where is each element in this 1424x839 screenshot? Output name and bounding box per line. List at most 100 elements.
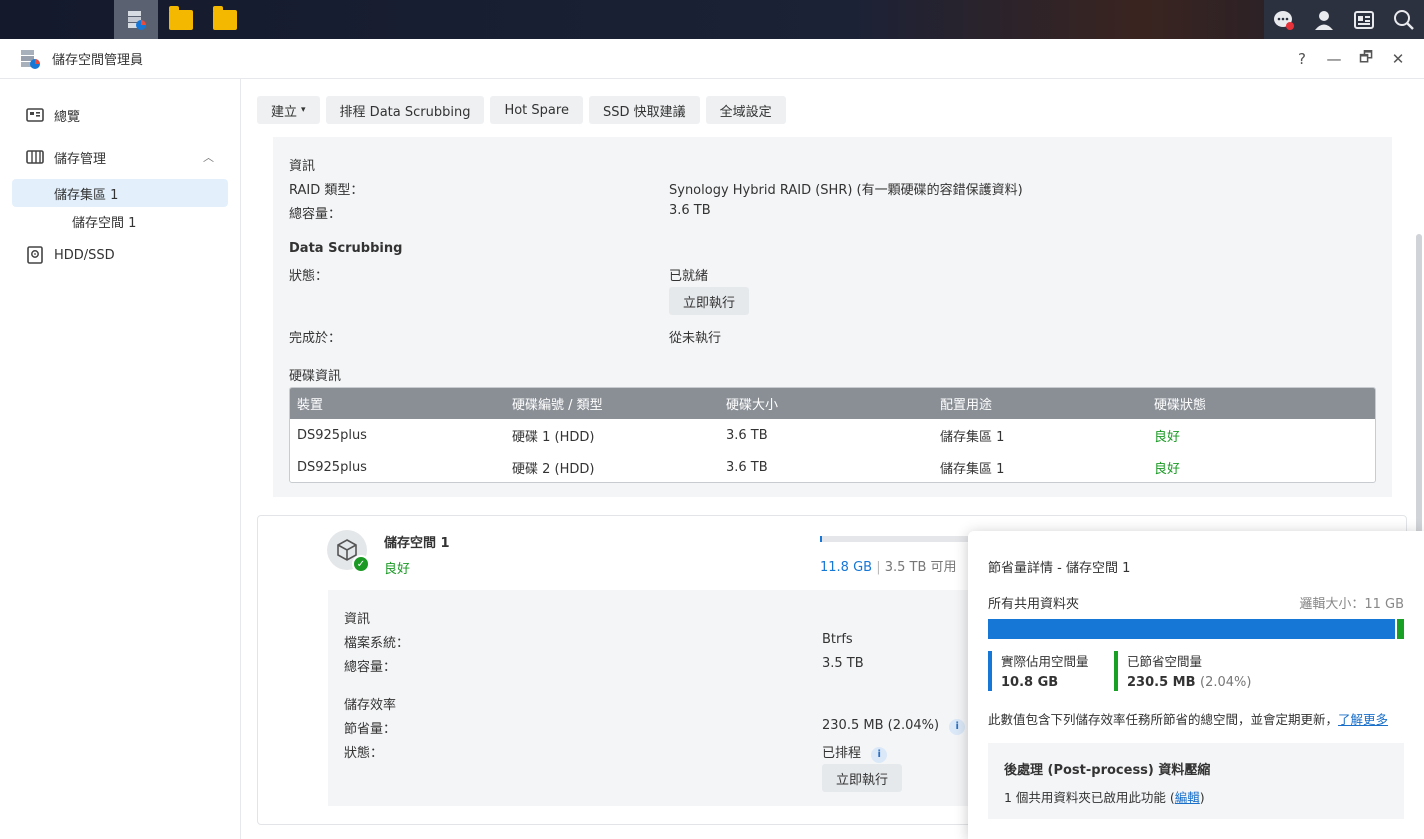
col-disk-number[interactable]: 硬碟編號 / 類型 — [512, 388, 603, 419]
cell-disk-status: 良好 — [1154, 461, 1181, 477]
efficiency-title: 儲存效率 — [344, 698, 397, 713]
table-row[interactable]: DS925plus 硬碟 1 (HDD) 3.6 TB 儲存集區 1 良好 — [290, 419, 1375, 451]
folder-icon — [169, 5, 193, 30]
cell-disk-number: 硬碟 2 (HDD) — [512, 461, 595, 477]
popup-description: 此數值包含下列儲存效率任務所節省的總空間，並會定期更新，了解更多 — [988, 709, 1408, 728]
popup-title: 節省量詳情 - 儲存空間 1 — [988, 561, 1131, 576]
disk-table: 裝置 硬碟編號 / 類型 硬碟大小 配置用途 硬碟狀態 DS925plus 硬碟… — [289, 387, 1376, 483]
fs-label: 檔案系統： — [344, 636, 410, 651]
scrub-run-now-button[interactable]: 立即執行 — [669, 287, 750, 315]
volume-name: 儲存空間 1 — [384, 536, 450, 551]
col-device[interactable]: 裝置 — [297, 388, 323, 419]
fs-value: Btrfs — [822, 632, 853, 647]
learn-more-link[interactable]: 了解更多 — [1338, 712, 1388, 727]
search-button[interactable] — [1384, 0, 1424, 39]
capacity-label: 總容量： — [289, 207, 342, 222]
saved-stat-label: 已節省空間量 — [1127, 654, 1203, 669]
eff-status-label: 狀態： — [344, 746, 384, 761]
caret-down-icon: ▾ — [301, 105, 306, 115]
taskbar — [0, 0, 1424, 800]
actual-label: 實際佔用空間量 — [1001, 654, 1089, 669]
table-row[interactable]: DS925plus 硬碟 2 (HDD) 3.6 TB 儲存集區 1 良好 — [290, 451, 1375, 482]
sidebar: 總覽 儲存管理 ︿ 儲存集區 1 儲存空間 1 HDD/SSD — [0, 79, 241, 839]
volume-usage-bar — [820, 536, 970, 542]
notification-button[interactable] — [1264, 0, 1304, 39]
user-icon — [1315, 10, 1333, 30]
sidebar-item-label: HDD/SSD — [54, 247, 115, 263]
all-folders-label: 所有共用資料夾 — [988, 597, 1080, 612]
sidebar-item-label: 儲存集區 1 — [54, 187, 119, 203]
scrubbing-title: Data Scrubbing — [289, 241, 403, 256]
col-disk-status[interactable]: 硬碟狀態 — [1154, 388, 1206, 419]
volume-icon-badge: ✓ — [327, 530, 370, 573]
logical-size: 邏輯大小：11 GB — [1299, 597, 1404, 612]
create-button[interactable]: 建立 ▾ — [257, 96, 320, 124]
table-header: 裝置 硬碟編號 / 類型 硬碟大小 配置用途 硬碟狀態 — [290, 388, 1375, 419]
sidebar-item-overview[interactable]: 總覽 — [12, 101, 228, 129]
info-icon[interactable]: i — [949, 718, 966, 735]
col-allocation[interactable]: 配置用途 — [940, 388, 992, 419]
taskbar-file-station-1[interactable] — [159, 0, 203, 39]
post-process-title: 後處理 (Post-process) 資料壓縮 — [1004, 763, 1211, 778]
disk-info-title: 硬碟資訊 — [289, 369, 342, 384]
chevron-up-icon[interactable]: ︿ — [203, 149, 214, 165]
post-process-box: 後處理 (Post-process) 資料壓縮 1 個共用資料夾已啟用此功能 (… — [988, 743, 1404, 819]
widgets-icon — [1354, 10, 1374, 29]
saved-stat-value: 230.5 MB — [1127, 675, 1196, 690]
post-process-desc: 1 個共用資料夾已啟用此功能 (編輯) — [1004, 787, 1205, 806]
post-process-text: 1 個共用資料夾已啟用此功能 ( — [1004, 790, 1175, 805]
close-button[interactable]: ✕ — [1386, 50, 1410, 68]
chat-icon — [1274, 10, 1294, 30]
volume-status: 良好 — [384, 562, 411, 577]
savings-details-popup: 節省量詳情 - 儲存空間 1 所有共用資料夾 邏輯大小：11 GB 實際佔用空間… — [968, 531, 1424, 839]
minimize-button[interactable]: — — [1322, 50, 1346, 68]
toolbar: 建立 ▾ 排程 Data Scrubbing Hot Spare SSD 快取建議… — [257, 96, 786, 124]
schedule-scrubbing-button[interactable]: 排程 Data Scrubbing — [325, 96, 485, 124]
search-icon — [1394, 9, 1414, 30]
info-icon[interactable]: i — [871, 746, 888, 763]
global-settings-button[interactable]: 全域設定 — [705, 96, 786, 124]
cell-device: DS925plus — [297, 459, 367, 475]
hot-spare-button[interactable]: Hot Spare — [490, 96, 583, 124]
info-title: 資訊 — [289, 159, 316, 174]
saved-label: 節省量： — [344, 722, 397, 737]
user-button[interactable] — [1304, 0, 1344, 39]
eff-status-row: 已排程 i — [822, 742, 888, 763]
saved-value: 230.5 MB (2.04%) — [822, 718, 940, 733]
storage-manager-icon — [128, 10, 146, 30]
widgets-button[interactable] — [1344, 0, 1384, 39]
vol-capacity-value: 3.5 TB — [822, 656, 864, 671]
volume-info-panel: 資訊 檔案系統： Btrfs 總容量： 3.5 TB 儲存效率 節省量： 230… — [328, 590, 1028, 806]
create-label: 建立 — [271, 104, 298, 120]
eff-run-now-button[interactable]: 立即執行 — [822, 764, 903, 792]
ssd-cache-advisor-button[interactable]: SSD 快取建議 — [588, 96, 700, 124]
description-text: 此數值包含下列儲存效率任務所節省的總空間，並會定期更新， — [988, 712, 1339, 727]
window-title: 儲存空間管理員 — [52, 53, 144, 68]
help-button[interactable]: ? — [1290, 50, 1314, 68]
volume-used: 11.8 GB — [820, 560, 873, 575]
saved-stat: 已節省空間量 230.5 MB (2.04%) — [1114, 651, 1251, 691]
taskbar-file-station-2[interactable] — [203, 0, 247, 39]
scrollbar-thumb[interactable] — [1416, 234, 1422, 569]
savings-bar — [988, 619, 1404, 639]
overview-icon — [26, 108, 44, 122]
eff-status-value: 已排程 — [822, 746, 862, 761]
cell-disk-number: 硬碟 1 (HDD) — [512, 429, 595, 445]
cell-allocation: 儲存集區 1 — [940, 429, 1005, 445]
check-icon: ✓ — [352, 555, 370, 573]
col-disk-size[interactable]: 硬碟大小 — [726, 388, 778, 419]
sidebar-item-volume-1[interactable]: 儲存空間 1 — [12, 207, 228, 235]
sidebar-item-pool-1[interactable]: 儲存集區 1 — [12, 179, 228, 207]
storage-manager-icon — [21, 49, 40, 69]
actual-value: 10.8 GB — [1001, 675, 1059, 690]
sidebar-item-storage[interactable]: 儲存管理 ︿ — [12, 143, 228, 171]
volume-usage-fill — [820, 536, 822, 542]
sidebar-item-hdd-ssd[interactable]: HDD/SSD — [12, 241, 228, 269]
volume-usage-text: 11.8 GB | 3.5 TB 可用 — [820, 556, 957, 575]
raid-label: RAID 類型： — [289, 183, 364, 198]
window-titlebar[interactable]: 儲存空間管理員 ? — 🗗 ✕ — [0, 39, 1424, 79]
cell-disk-status: 良好 — [1154, 429, 1181, 445]
taskbar-storage-manager[interactable] — [114, 0, 158, 39]
restore-button[interactable]: 🗗 — [1354, 47, 1378, 72]
edit-link[interactable]: 編輯 — [1175, 790, 1200, 805]
